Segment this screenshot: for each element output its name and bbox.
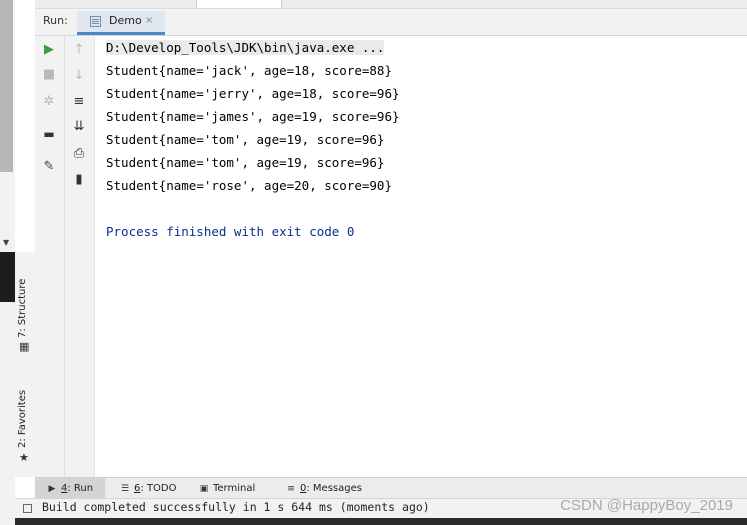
output-line: Student{name='tom', age=19, score=96}	[106, 132, 385, 147]
output-line: Student{name='jack', age=18, score=88}	[106, 63, 392, 78]
run-config-tab[interactable]: Demo ×	[77, 11, 165, 35]
trash-icon[interactable]: ▮	[69, 171, 89, 189]
run-title: Run:	[43, 14, 68, 27]
tab-terminal[interactable]: ▣ Terminal	[198, 478, 256, 499]
stop-icon[interactable]: ■	[39, 66, 59, 84]
command-line[interactable]: D:\Develop_Tools\JDK\bin\java.exe ...	[106, 40, 385, 55]
tab-label: : Run	[67, 483, 94, 494]
output-line: Student{name='tom', age=19, score=96}	[106, 155, 385, 170]
print-icon[interactable]: ⎙	[69, 145, 89, 163]
star-icon[interactable]: ★	[19, 451, 29, 464]
pin-icon[interactable]: ✎	[39, 158, 59, 176]
watermark: CSDN @HappyBoy_2019	[560, 497, 733, 514]
close-icon[interactable]: ×	[145, 15, 153, 26]
settings-icon[interactable]: ✲	[39, 93, 59, 111]
favorites-tool-button[interactable]: 2: Favorites	[17, 390, 28, 448]
arrow-down-icon[interactable]: ↓	[69, 67, 89, 85]
tab-run[interactable]: ▶ 4: Run	[35, 478, 105, 499]
play-icon[interactable]: ▶	[39, 41, 59, 59]
tab-label: Terminal	[213, 483, 256, 494]
list-icon: ☰	[120, 484, 130, 494]
output-line: Student{name='jerry', age=18, score=96}	[106, 86, 400, 101]
tab-messages[interactable]: ≡ 0: Messages	[285, 478, 362, 499]
console-output[interactable]: D:\Develop_Tools\JDK\bin\java.exe ... St…	[95, 36, 747, 477]
structure-icon[interactable]: ▦	[19, 340, 29, 353]
status-checkbox-icon[interactable]	[23, 504, 32, 513]
editor-tab[interactable]	[196, 0, 282, 8]
play-small-icon: ▶	[48, 484, 56, 494]
status-bar: Build completed successfully in 1 s 644 …	[15, 497, 747, 519]
tab-label: : Messages	[306, 483, 362, 494]
layout-icon[interactable]: ▬	[39, 125, 59, 143]
run-tool-header: Run: Demo ×	[35, 9, 747, 36]
tab-todo[interactable]: ☰ 6: TODO	[119, 478, 177, 499]
scroll-to-end-icon[interactable]: ⇊	[69, 118, 89, 136]
top-editor-band	[35, 0, 747, 9]
output-line: Student{name='rose', age=20, score=90}	[106, 178, 392, 193]
editor-scrollbar[interactable]	[0, 0, 13, 172]
terminal-icon: ▣	[199, 484, 209, 494]
tab-label: : TODO	[140, 483, 177, 494]
outer-dark-block	[0, 252, 15, 302]
status-text: Build completed successfully in 1 s 644 …	[42, 500, 430, 514]
bottom-tool-bar: ▶ 4: Run ☰ 6: TODO ▣ Terminal ≡ 0: Messages	[35, 477, 747, 499]
soft-wrap-icon[interactable]: ≡	[69, 93, 89, 111]
run-tab-label: Demo	[109, 14, 142, 27]
run-toolbar-secondary: ↑ ↓ ≡ ⇊ ⎙ ▮	[65, 36, 95, 477]
bottom-dark-edge	[15, 518, 747, 525]
output-line: Student{name='james', age=19, score=96}	[106, 109, 400, 124]
messages-icon: ≡	[287, 484, 295, 494]
exit-message: Process finished with exit code 0	[106, 224, 355, 239]
scroll-down-arrow-icon[interactable]: ▼	[3, 238, 9, 247]
structure-tool-button[interactable]: 7: Structure	[17, 279, 28, 338]
arrow-up-icon[interactable]: ↑	[69, 41, 89, 59]
run-toolbar-primary: ▶ ■ ✲ ▬ ✎	[35, 36, 65, 477]
console-tab-icon	[90, 16, 101, 27]
